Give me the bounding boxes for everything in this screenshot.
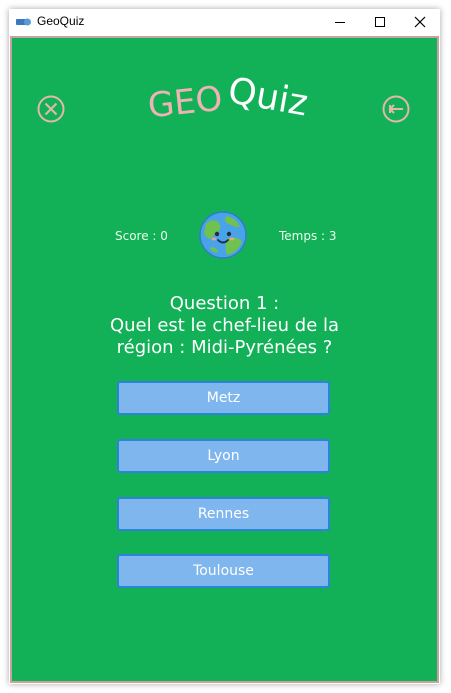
geoquiz-logo: GEO Quiz (146, 74, 311, 127)
content-frame: GEO Quiz Score : 0 Temps : 3 Question 1 … (10, 36, 439, 683)
circle-x-icon[interactable] (36, 94, 66, 124)
answer-button-1[interactable]: Metz (117, 381, 330, 415)
question-text: Question 1 : Quel est le chef-lieu de la… (72, 293, 377, 359)
close-window-button[interactable] (400, 9, 440, 35)
smiling-globe-icon (199, 211, 247, 259)
app-icon (16, 18, 31, 26)
logo-quiz: Quiz (225, 74, 311, 125)
time-label: Temps : 3 (279, 229, 337, 243)
title-bar: GeoQuiz (9, 9, 440, 35)
quiz-screen: GEO Quiz Score : 0 Temps : 3 Question 1 … (12, 38, 437, 681)
question-line-3: région : Midi-Pyrénées ? (116, 337, 333, 358)
answer-button-4[interactable]: Toulouse (117, 554, 330, 588)
window-title: GeoQuiz (37, 14, 85, 28)
answer-button-3[interactable]: Rennes (117, 497, 330, 531)
maximize-button[interactable] (360, 9, 400, 35)
minimize-icon (335, 22, 345, 23)
circle-back-arrow-icon[interactable] (381, 94, 411, 124)
question-number: Question 1 : (169, 293, 280, 314)
score-label: Score : 0 (115, 229, 168, 243)
answer-button-2[interactable]: Lyon (117, 439, 330, 473)
close-icon (414, 16, 426, 28)
app-window: GeoQuiz GEO Quiz Score: 0 Temps: 3 Que… (9, 9, 440, 684)
question-line-2: Quel est le chef-lieu de la (109, 315, 340, 336)
maximize-icon (375, 17, 385, 27)
minimize-button[interactable] (320, 9, 360, 35)
logo-geo: GEO (146, 79, 224, 127)
